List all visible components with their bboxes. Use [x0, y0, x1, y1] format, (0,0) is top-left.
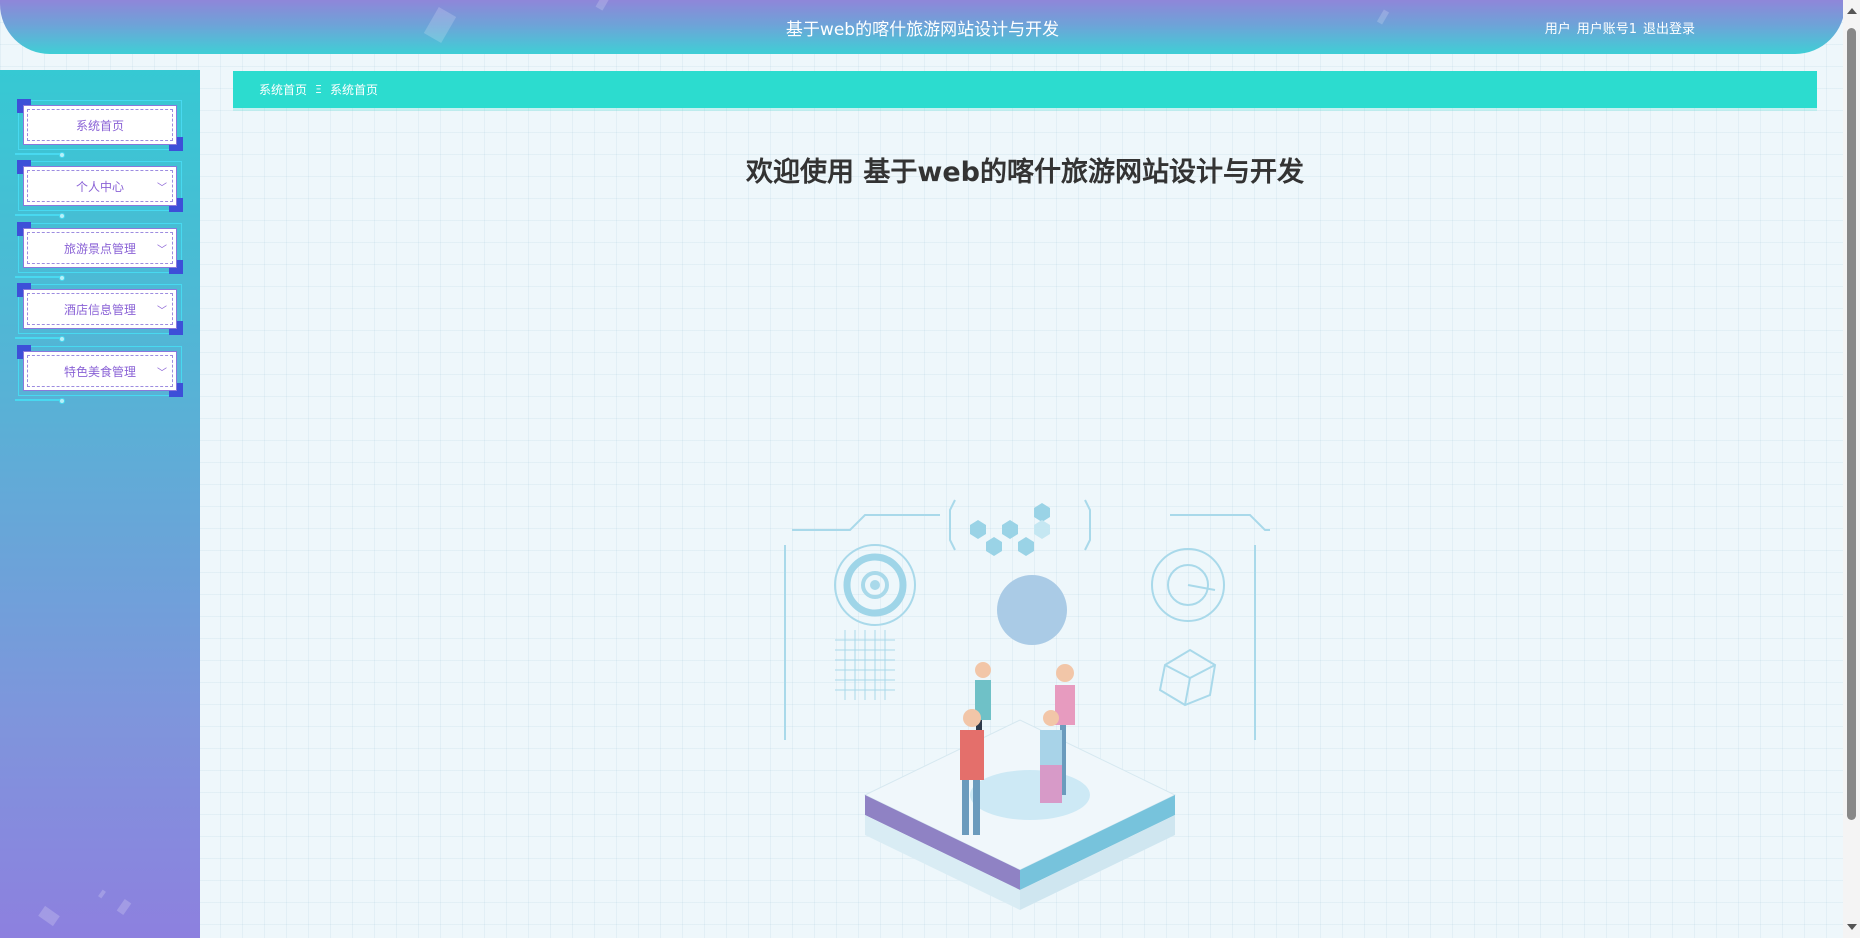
vertical-scrollbar[interactable]: [1843, 0, 1860, 938]
menu-tail-dot: [59, 152, 65, 158]
header-decoration: [595, 0, 613, 11]
menu-item-frame: 个人中心 ﹀: [23, 166, 177, 206]
user-account: 用户账号1: [1576, 22, 1637, 37]
menu-tail-line: [15, 214, 61, 216]
menu-tail-line: [15, 276, 61, 278]
chevron-down-icon: ﹀: [157, 245, 167, 256]
welcome-illustration: [784, 499, 1270, 910]
menu-tail-dot: [59, 336, 65, 342]
scroll-up-icon[interactable]: [1847, 8, 1857, 14]
menu-item-frame: 酒店信息管理 ﹀: [23, 289, 177, 329]
sidebar-item-label: 旅游景点管理: [63, 241, 136, 256]
scrollbar-thumb[interactable]: [1847, 28, 1856, 820]
page-title: 欢迎使用 基于web的喀什旅游网站设计与开发: [746, 157, 1304, 188]
menu-tail-dot: [59, 275, 65, 281]
sidebar-decoration: [98, 889, 106, 899]
user-info: 用户 用户账号1 退出登录: [1545, 18, 1695, 37]
logout-button[interactable]: 退出登录: [1643, 18, 1695, 37]
menu-tail-line: [15, 399, 61, 401]
menu-item-content: 系统首页: [27, 109, 173, 141]
menu-tail-line: [15, 337, 61, 339]
top-header: 基于web的喀什旅游网站设计与开发 用户 用户账号1 退出登录: [0, 0, 1845, 54]
menu-tail-dot: [59, 398, 65, 404]
sidebar-item-label: 个人中心: [75, 179, 124, 194]
breadcrumb-separator-icon: Ξ: [315, 83, 322, 96]
menu-item-frame: 系统首页: [23, 105, 177, 145]
sidebar-item-label: 酒店信息管理: [63, 302, 136, 317]
sidebar-item-home[interactable]: 系统首页: [15, 99, 183, 158]
menu-item-content: 特色美食管理: [27, 355, 173, 387]
sidebar-item-label: 特色美食管理: [63, 364, 136, 379]
menu-item-frame: 旅游景点管理 ﹀: [23, 228, 177, 268]
menu-item-content: 旅游景点管理: [27, 232, 173, 264]
sidebar-item-label: 系统首页: [75, 118, 124, 133]
chevron-down-icon: ﹀: [157, 183, 167, 194]
sidebar-decoration: [116, 898, 132, 916]
breadcrumb-item-home[interactable]: 系统首页: [259, 81, 307, 98]
chevron-down-icon: ﹀: [157, 306, 167, 317]
sidebar-item-hotels[interactable]: 酒店信息管理 ﹀: [15, 283, 183, 342]
scroll-down-icon[interactable]: [1847, 924, 1857, 930]
menu-tail-line: [15, 153, 61, 155]
breadcrumb-item-current: 系统首页: [329, 83, 378, 97]
menu-item-frame: 特色美食管理 ﹀: [23, 351, 177, 391]
user-role: 用户: [1544, 22, 1571, 37]
sidebar: 系统首页 个人中心 ﹀ 旅游景点管理 ﹀ 酒店信息管理 ﹀ 特色美食管理 ﹀: [0, 70, 200, 938]
menu-item-content: 个人中心: [27, 170, 173, 202]
sidebar-item-food[interactable]: 特色美食管理 ﹀: [15, 345, 183, 404]
chevron-down-icon: ﹀: [157, 368, 167, 379]
sidebar-item-personal-center[interactable]: 个人中心 ﹀: [15, 160, 183, 219]
sidebar-item-attractions[interactable]: 旅游景点管理 ﹀: [15, 222, 183, 281]
breadcrumb: 系统首页 Ξ 系统首页: [233, 71, 1817, 108]
menu-tail-dot: [59, 213, 65, 219]
sidebar-decoration: [38, 905, 60, 927]
menu-item-content: 酒店信息管理: [27, 293, 173, 325]
